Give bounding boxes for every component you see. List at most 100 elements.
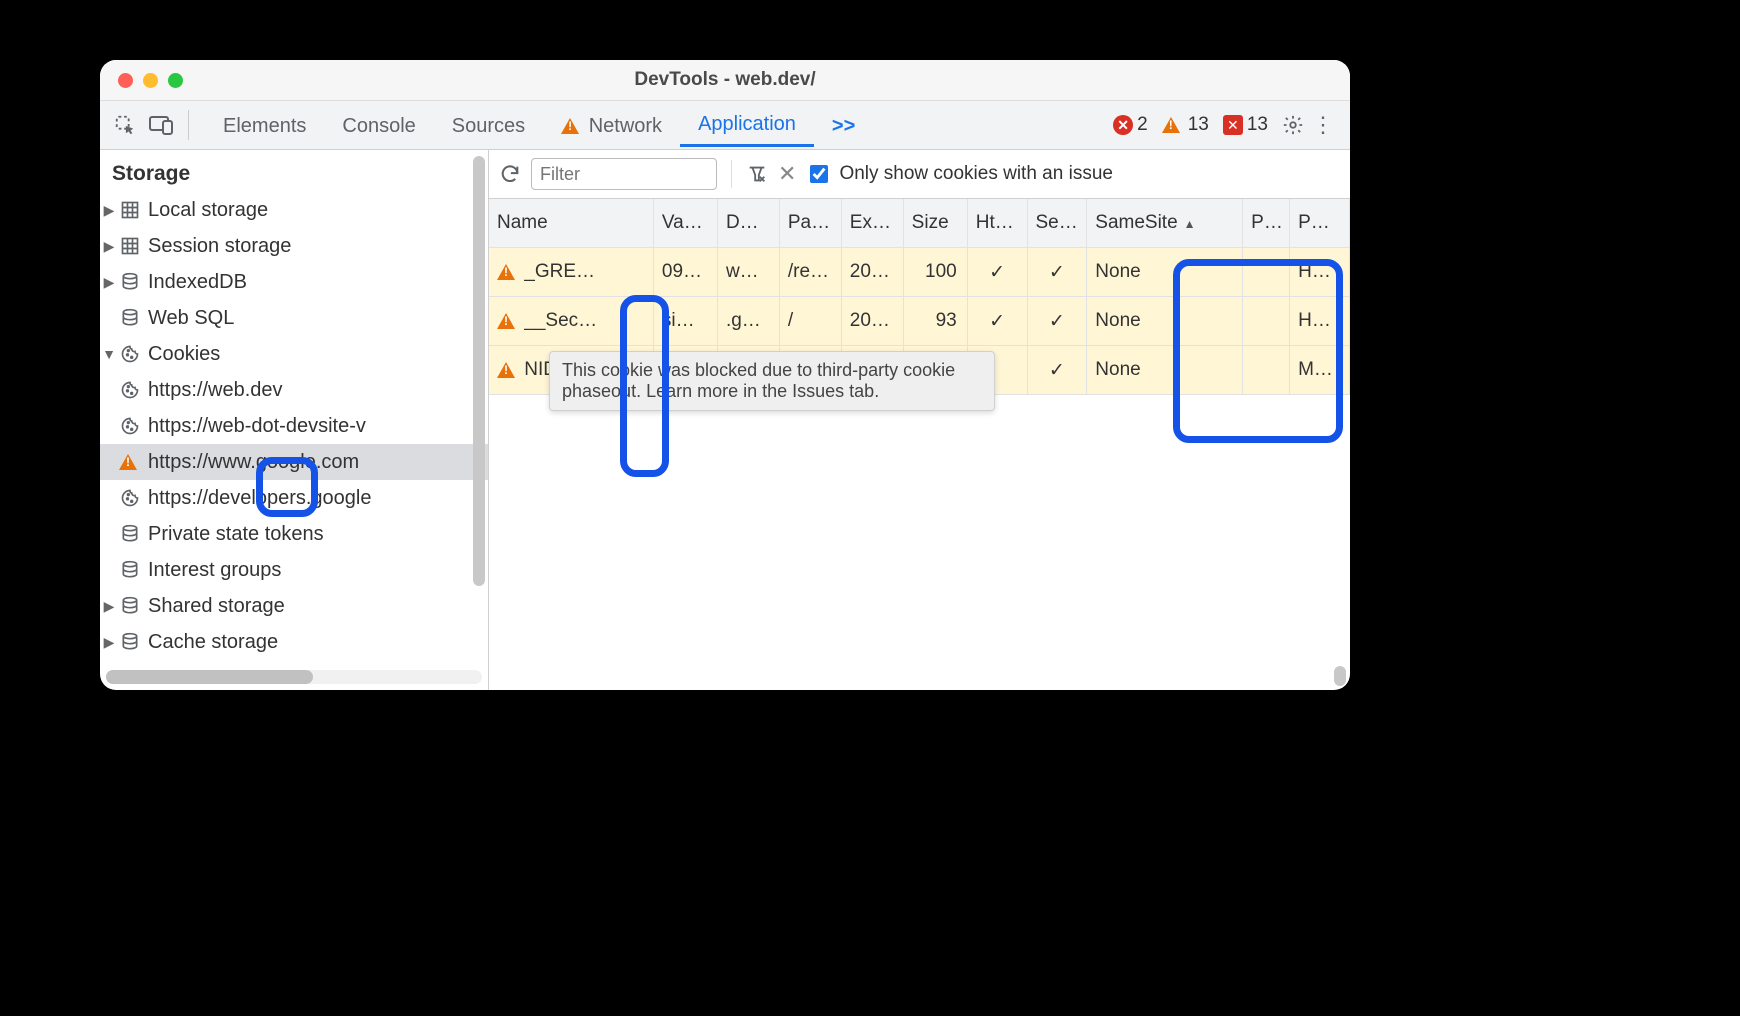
issue-counters[interactable]: ✕ 2 13 ✕ 13 — [1113, 114, 1268, 136]
tab-application[interactable]: Application — [680, 103, 814, 147]
sidebar-vscrollbar[interactable] — [473, 156, 485, 586]
sidebar-item[interactable]: https://web.dev — [100, 372, 488, 408]
table-vscrollbar[interactable] — [1334, 666, 1346, 686]
warning-count[interactable]: 13 — [1162, 114, 1209, 136]
window-title: DevTools - web.dev/ — [100, 69, 1350, 91]
cookie-icon — [118, 488, 142, 508]
col-value[interactable]: Va… — [653, 199, 717, 248]
sidebar-item-label: Session storage — [148, 235, 291, 258]
only-issues-label: Only show cookies with an issue — [839, 163, 1113, 185]
col-http[interactable]: Ht… — [967, 199, 1027, 248]
expand-icon[interactable]: ▶ — [100, 238, 118, 255]
tab-sources[interactable]: Sources — [434, 105, 543, 146]
sidebar-item-label: Shared storage — [148, 595, 285, 618]
cell-name: _GRE… — [489, 248, 653, 297]
cell-http: ✓ — [967, 297, 1027, 346]
sidebar-item-label: Private state tokens — [148, 523, 324, 546]
expand-icon[interactable]: ▶ — [100, 274, 118, 291]
sidebar-item[interactable]: Interest groups — [100, 552, 488, 588]
warning-icon — [497, 362, 515, 378]
db-icon — [118, 308, 142, 328]
panel-tabstrip: ElementsConsoleSources NetworkApplicatio… — [100, 101, 1350, 150]
warning-icon — [497, 264, 515, 280]
cookie-icon — [118, 380, 142, 400]
clear-all-icon[interactable]: ✕ — [778, 161, 796, 187]
sidebar-item[interactable]: ▶ Local storage — [100, 192, 488, 228]
table-row[interactable]: __Sec…si….g…/20…93✓✓NoneH… — [489, 297, 1350, 346]
cookie-icon — [118, 344, 142, 364]
cookie-blocked-tooltip: This cookie was blocked due to third-par… — [549, 351, 995, 411]
clear-filter-icon[interactable] — [746, 163, 768, 185]
cell-path: / — [779, 297, 841, 346]
db-icon — [118, 524, 142, 544]
grid-icon — [118, 200, 142, 220]
sidebar-item[interactable]: ▶ Session storage — [100, 228, 488, 264]
db-icon — [118, 596, 142, 616]
warn-icon — [118, 454, 142, 470]
error-icon: ✕ — [1113, 115, 1133, 135]
cell-http: ✓ — [967, 248, 1027, 297]
sidebar-item[interactable]: Private state tokens — [100, 516, 488, 552]
cell-partition — [1243, 297, 1290, 346]
more-tabs-button[interactable]: >> — [814, 105, 873, 146]
tab-elements[interactable]: Elements — [205, 105, 324, 146]
sidebar-item-label: https://web-dot-devsite-v — [148, 415, 366, 438]
tab-console[interactable]: Console — [324, 105, 433, 146]
sidebar-item[interactable]: ▶ Cache storage — [100, 624, 488, 660]
sidebar-item-label: Local storage — [148, 199, 268, 222]
refresh-icon[interactable] — [499, 163, 521, 185]
warning-icon — [561, 118, 579, 134]
cell-name: __Sec… — [489, 297, 653, 346]
sidebar-item[interactable]: Web SQL — [100, 300, 488, 336]
settings-icon[interactable] — [1282, 114, 1304, 136]
filter-input[interactable] — [531, 158, 717, 190]
panel-tabs: ElementsConsoleSources NetworkApplicatio… — [205, 103, 1109, 147]
titlebar: DevTools - web.dev/ — [100, 60, 1350, 101]
error-count[interactable]: ✕ 2 — [1113, 114, 1148, 136]
message-count[interactable]: ✕ 13 — [1223, 114, 1268, 136]
cell-secure: ✓ — [1027, 248, 1087, 297]
table-row[interactable]: _GRE…09…w…/re…20…100✓✓NoneH… — [489, 248, 1350, 297]
col-path[interactable]: Pa… — [779, 199, 841, 248]
device-toolbar-icon[interactable] — [148, 112, 174, 138]
expand-icon[interactable]: ▶ — [100, 202, 118, 219]
devtools-window: DevTools - web.dev/ ElementsConsoleSourc… — [100, 60, 1350, 690]
col-size[interactable]: Size — [903, 199, 967, 248]
sidebar-item-label: https://www.google.com — [148, 451, 359, 474]
expand-icon[interactable]: ▶ — [100, 634, 118, 651]
sidebar-item[interactable]: ▶ Shared storage — [100, 588, 488, 624]
col-domain[interactable]: D… — [717, 199, 779, 248]
col-secure[interactable]: Se… — [1027, 199, 1087, 248]
sidebar-item[interactable]: ▶IndexedDB — [100, 264, 488, 300]
col-expires[interactable]: Ex… — [841, 199, 903, 248]
cell-priority: M… — [1290, 346, 1350, 395]
sidebar-item-label: Cookies — [148, 343, 220, 366]
inspect-element-icon[interactable] — [112, 112, 138, 138]
sidebar-item[interactable]: https://developers.google — [100, 480, 488, 516]
cell-secure: ✓ — [1027, 346, 1087, 395]
col-name[interactable]: Name — [489, 199, 653, 248]
expand-icon[interactable]: ▶ — [100, 598, 118, 615]
panel-body: Storage ▶Local storage▶Session storage▶I… — [100, 150, 1350, 690]
collapse-icon[interactable]: ▼ — [100, 346, 118, 362]
sidebar-item[interactable]: ▼ Cookies — [100, 336, 488, 372]
sidebar-item[interactable]: https://www.google.com — [100, 444, 488, 480]
sidebar-hscrollbar[interactable] — [106, 670, 482, 684]
cell-expires: 20… — [841, 248, 903, 297]
sidebar-item[interactable]: https://web-dot-devsite-v — [100, 408, 488, 444]
cell-path: /re… — [779, 248, 841, 297]
cell-secure: ✓ — [1027, 297, 1087, 346]
cell-expires: 20… — [841, 297, 903, 346]
only-issues-checkbox[interactable]: Only show cookies with an issue — [806, 162, 1113, 186]
sidebar-item-label: Interest groups — [148, 559, 281, 582]
cookies-pane: ✕ Only show cookies with an issue NameVa… — [489, 150, 1350, 690]
cell-size: 93 — [903, 297, 967, 346]
col-priority[interactable]: P… — [1290, 199, 1350, 248]
col-samesite[interactable]: SameSite — [1087, 199, 1243, 248]
sidebar-section-title: Storage — [100, 158, 488, 192]
grid-icon — [118, 236, 142, 256]
more-icon[interactable]: ⋮ — [1308, 112, 1338, 138]
sidebar-item-label: Cache storage — [148, 631, 278, 654]
col-partition[interactable]: P… — [1243, 199, 1290, 248]
tab-network[interactable]: Network — [543, 105, 680, 146]
